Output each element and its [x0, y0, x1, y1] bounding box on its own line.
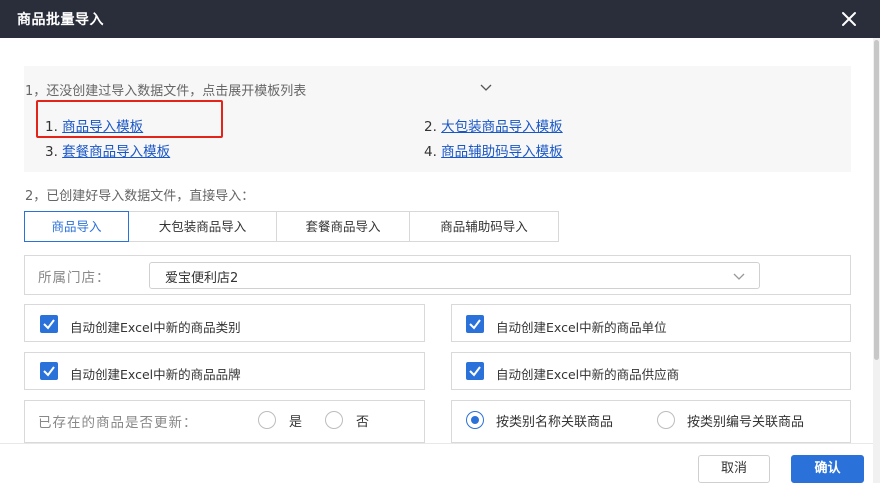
- tab-aux-code-import[interactable]: 商品辅助码导入: [409, 211, 559, 242]
- template-link-aux-code[interactable]: 商品辅助码导入模板: [441, 144, 563, 160]
- radio-label-by-code: 按类别编号关联商品: [687, 415, 805, 430]
- template-item-aux-code: 4. 商品辅助码导入模板: [424, 144, 563, 160]
- update-label: 已存在的商品是否更新：: [38, 415, 198, 431]
- chevron-down-icon: [733, 273, 745, 280]
- scrollbar-thumb[interactable]: [874, 40, 879, 360]
- template-link-bulk-pack[interactable]: 大包装商品导入模板: [441, 119, 563, 135]
- cancel-button[interactable]: 取消: [698, 455, 770, 483]
- checkbox-label: 自动创建Excel中新的商品供应商: [496, 367, 680, 382]
- radio-update-no[interactable]: [325, 411, 343, 429]
- template-item-combo: 3. 套餐商品导入模板: [45, 144, 171, 160]
- store-select-value: 爱宝便利店2: [165, 271, 239, 286]
- step2-instruction: 2，已创建好导入数据文件，直接导入：: [25, 189, 255, 204]
- template-link-combo[interactable]: 套餐商品导入模板: [62, 144, 170, 160]
- store-label: 所属门店：: [38, 270, 111, 286]
- radio-match-by-code[interactable]: [657, 411, 675, 429]
- checkbox-create-brand[interactable]: [40, 362, 58, 380]
- chevron-down-icon[interactable]: [479, 80, 493, 94]
- confirm-button[interactable]: 确认: [791, 455, 864, 483]
- checkmark-icon: [43, 366, 55, 377]
- checkmark-icon: [469, 366, 481, 377]
- tab-product-import[interactable]: 商品导入: [24, 211, 129, 242]
- checkbox-create-category[interactable]: [40, 315, 58, 333]
- checkmark-icon: [43, 319, 55, 330]
- radio-label-yes: 是: [289, 415, 303, 430]
- step1-instruction: 1，还没创建过导入数据文件，点击展开模板列表: [25, 84, 307, 99]
- radio-match-by-name[interactable]: [466, 411, 484, 429]
- highlight-box: [36, 100, 223, 138]
- store-select[interactable]: [149, 262, 760, 289]
- import-tabs: 商品导入 大包装商品导入 套餐商品导入 商品辅助码导入: [24, 211, 559, 242]
- tab-bulk-pack-import[interactable]: 大包装商品导入: [128, 211, 277, 242]
- checkbox-create-unit[interactable]: [466, 315, 484, 333]
- radio-label-no: 否: [356, 415, 370, 430]
- checkbox-label: 自动创建Excel中新的商品品牌: [70, 367, 241, 382]
- dialog-title: 商品批量导入: [17, 12, 104, 28]
- checkmark-icon: [469, 319, 481, 330]
- tab-combo-import[interactable]: 套餐商品导入: [276, 211, 410, 242]
- checkbox-label: 自动创建Excel中新的商品类别: [70, 320, 241, 335]
- checkbox-label: 自动创建Excel中新的商品单位: [496, 320, 667, 335]
- dialog-titlebar: [0, 0, 880, 38]
- checkbox-create-supplier[interactable]: [466, 362, 484, 380]
- template-item-bulk-pack: 2. 大包装商品导入模板: [424, 119, 563, 135]
- radio-update-yes[interactable]: [258, 411, 276, 429]
- radio-label-by-name: 按类别名称关联商品: [496, 415, 614, 430]
- close-icon[interactable]: [838, 8, 860, 30]
